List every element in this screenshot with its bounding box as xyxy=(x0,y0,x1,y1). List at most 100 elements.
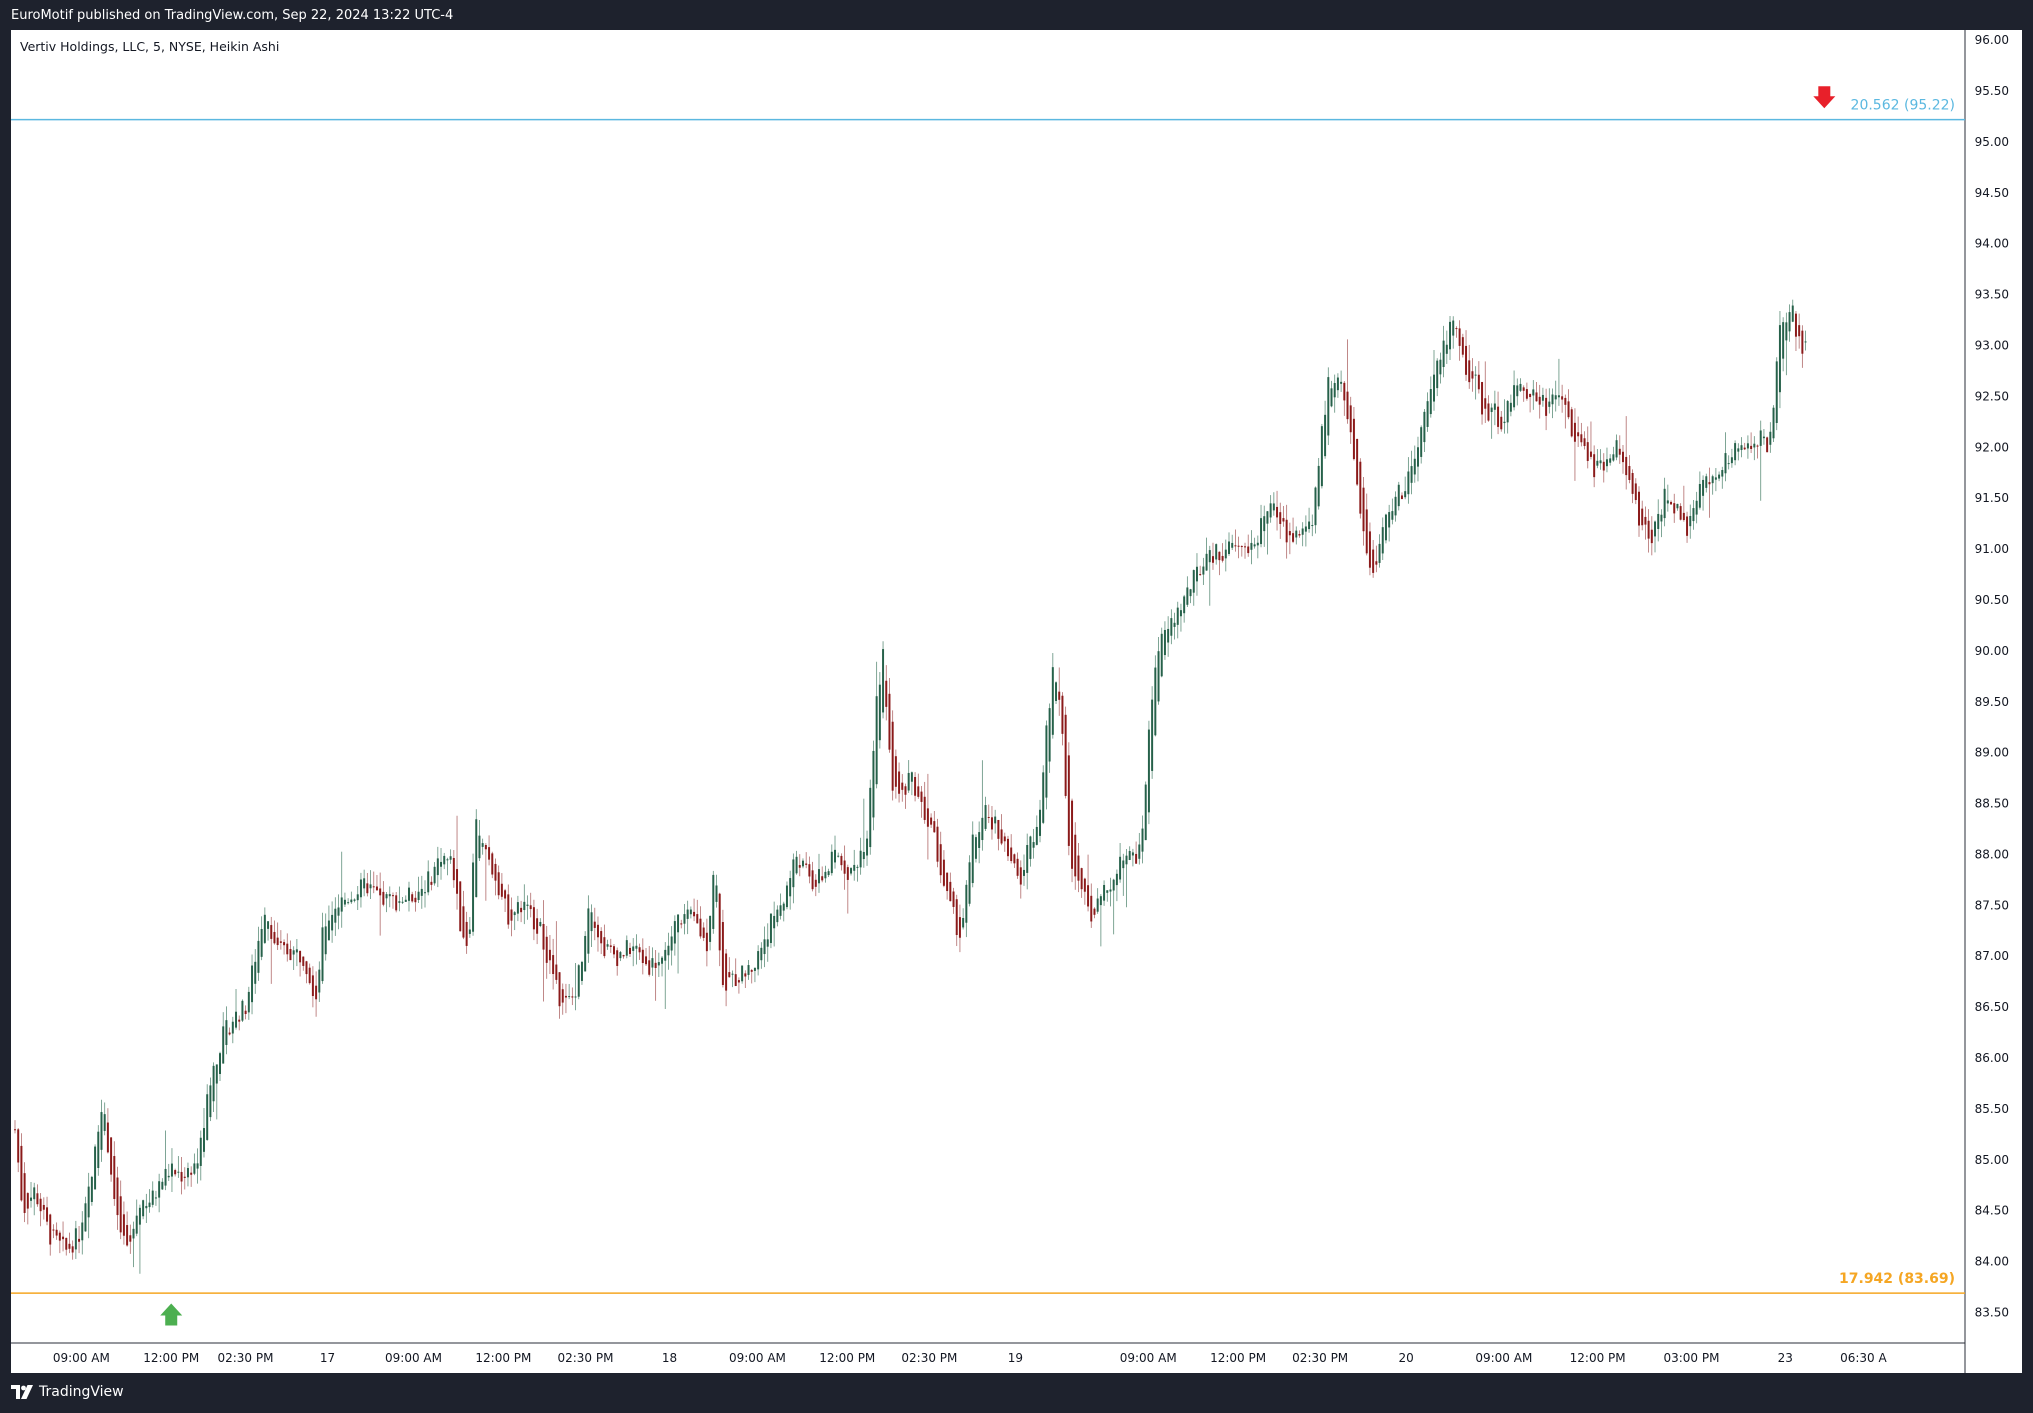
candle-body xyxy=(696,914,699,924)
candle-body xyxy=(1378,543,1381,563)
candle-body xyxy=(1657,513,1660,529)
brand[interactable]: TradingView xyxy=(11,1384,124,1400)
candle-body xyxy=(1573,422,1576,442)
candle-body xyxy=(699,918,702,937)
candle-body xyxy=(811,870,814,890)
candle-body xyxy=(1375,561,1378,565)
candle-body xyxy=(821,876,824,881)
candle-body xyxy=(1513,385,1516,408)
candle-body xyxy=(1151,699,1154,771)
candle-body xyxy=(747,965,750,975)
price-chart[interactable]: 83.50 84.00 84.50 85.00 85.50 86.00 86.50 87.00… xyxy=(11,30,2022,1373)
candle-body xyxy=(683,914,686,924)
candle-body xyxy=(1141,828,1144,852)
candle-body xyxy=(1256,542,1259,546)
candle-body xyxy=(1529,393,1532,398)
candle-body xyxy=(1260,518,1263,545)
candle-body xyxy=(1301,528,1304,535)
candle-body xyxy=(661,957,664,964)
candle-body xyxy=(894,756,897,787)
candle-body xyxy=(709,915,712,942)
candle-body xyxy=(1567,401,1570,418)
chart-frame[interactable]: 83.50 84.00 84.50 85.00 85.50 86.00 86.50 87.00… xyxy=(11,30,2022,1373)
candle-body xyxy=(904,786,907,795)
candle-body xyxy=(629,947,632,954)
candle-body xyxy=(1272,503,1275,511)
time-tick-label: 09:00 AM xyxy=(385,1351,442,1365)
candle-body xyxy=(366,883,369,894)
time-tick-label: 06:30 A xyxy=(1840,1351,1887,1365)
candle-body xyxy=(1538,396,1541,405)
candle-body xyxy=(555,964,558,980)
candle-body xyxy=(510,909,513,921)
candle-body xyxy=(209,1085,212,1118)
candle-body xyxy=(1279,512,1282,524)
price-tick-label: 90.50 xyxy=(1975,593,2009,607)
candle-body xyxy=(1477,374,1480,390)
candle-body xyxy=(907,772,910,791)
candle-body xyxy=(1682,512,1685,521)
candle-body xyxy=(1112,879,1115,891)
time-tick-label: 20 xyxy=(1399,1351,1414,1365)
arrow-down-icon[interactable] xyxy=(1813,86,1836,109)
candle-body xyxy=(1714,477,1717,480)
candle-body xyxy=(1250,542,1253,550)
candle-body xyxy=(853,864,856,871)
price-tick-label: 92.50 xyxy=(1975,389,2009,403)
candle-body xyxy=(58,1232,61,1241)
candle-body xyxy=(46,1207,49,1222)
candle-body xyxy=(1064,714,1067,796)
candle-body xyxy=(74,1228,77,1250)
attribution-text: EuroMotif published on TradingView.com, … xyxy=(11,8,454,23)
candle-body xyxy=(942,859,945,886)
candle-body xyxy=(1099,896,1102,906)
candle-body xyxy=(36,1193,39,1205)
candle-body xyxy=(1407,471,1410,495)
candle-body xyxy=(1109,889,1112,892)
candle-body xyxy=(468,929,471,934)
candle-body xyxy=(478,835,481,859)
candle-body xyxy=(520,907,523,913)
candle-body xyxy=(1074,834,1077,877)
candle-body xyxy=(1708,482,1711,485)
candle-body xyxy=(1346,391,1349,420)
candle-body xyxy=(1365,509,1368,554)
candle-body xyxy=(513,912,516,916)
candle-body xyxy=(571,996,574,998)
candle-body xyxy=(1308,521,1311,530)
candle-body xyxy=(436,858,439,876)
candle-body xyxy=(433,866,436,884)
arrow-up-icon[interactable] xyxy=(160,1303,183,1326)
candle-body xyxy=(286,943,289,955)
candle-body xyxy=(1381,527,1384,554)
candle-body xyxy=(219,1053,221,1074)
candle-body xyxy=(1237,545,1240,547)
candle-body xyxy=(420,888,423,896)
candle-body xyxy=(1490,407,1493,413)
candle-body xyxy=(260,929,263,957)
candle-body xyxy=(1519,383,1522,391)
time-tick-label: 17 xyxy=(320,1351,335,1365)
candle-body xyxy=(71,1246,74,1253)
candle-body xyxy=(113,1156,116,1199)
candle-body xyxy=(1266,511,1269,524)
candle-body xyxy=(1359,461,1362,514)
candle-body xyxy=(289,948,292,961)
candle-body xyxy=(1666,500,1669,504)
candle-body xyxy=(625,940,628,956)
price-tick-label: 91.00 xyxy=(1975,542,2009,556)
candle-body xyxy=(721,922,724,985)
candle-body xyxy=(231,1021,234,1034)
candle-body xyxy=(1128,850,1131,860)
time-tick-label: 09:00 AM xyxy=(53,1351,110,1365)
candle-body xyxy=(119,1196,122,1233)
candle-body xyxy=(1759,430,1762,446)
candle-body xyxy=(1564,397,1567,405)
candle-body xyxy=(1343,382,1346,401)
time-tick-label: 12:00 PM xyxy=(475,1351,531,1365)
candle-body xyxy=(1516,385,1519,397)
candle-body xyxy=(1487,403,1490,421)
candle-body xyxy=(981,817,984,841)
candle-body xyxy=(148,1202,151,1208)
candle-body xyxy=(673,921,676,944)
